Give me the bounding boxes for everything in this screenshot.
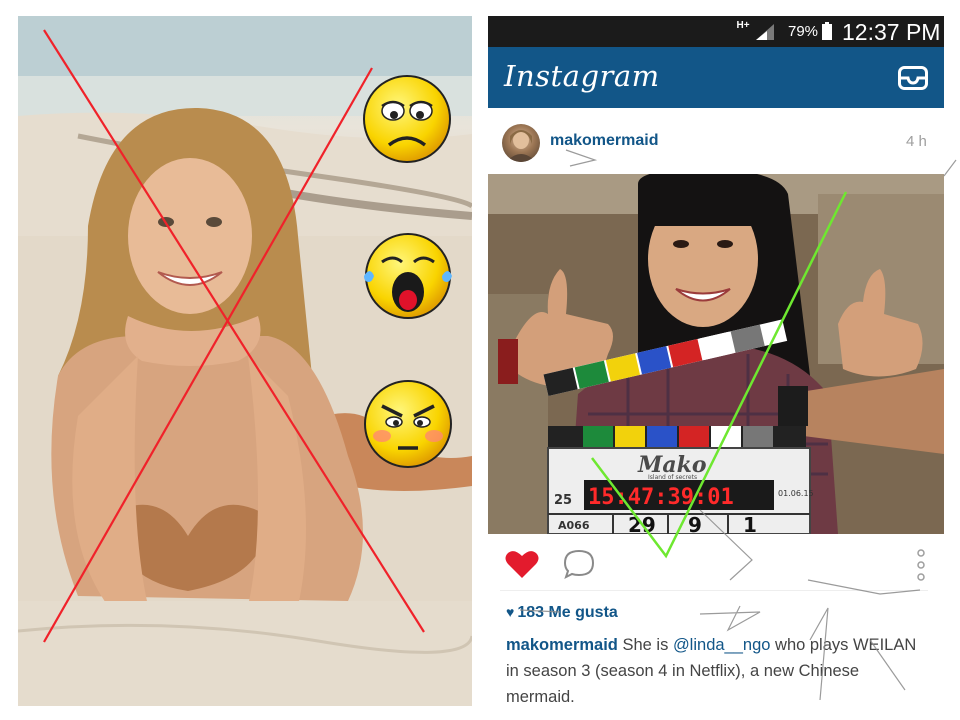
clapper-take: 9: [688, 513, 702, 534]
divider: [500, 590, 928, 591]
left-photo: [18, 16, 472, 706]
likes-text: 183 Me gusta: [517, 604, 618, 621]
clock: 12:37 PM: [842, 19, 941, 45]
comment-bubble-icon[interactable]: [563, 549, 595, 579]
clapper-scene: 25: [554, 493, 572, 508]
post-username[interactable]: makomermaid: [550, 132, 659, 150]
clapper-slate: 29: [628, 513, 656, 534]
clapper-timecode: 15:47:39:01: [588, 485, 734, 510]
post-photo-illustration: Mako Island of secrets 15:47:39:01 01.06…: [488, 174, 944, 534]
caption-text-before: She is: [622, 636, 669, 654]
post-header: makomermaid 4 h: [488, 108, 944, 174]
network-type: H+: [736, 20, 750, 31]
inbox-tray-icon[interactable]: [898, 66, 928, 90]
post-image[interactable]: Mako Island of secrets 15:47:39:01 01.06…: [488, 174, 944, 534]
post-caption: makomermaid She is @linda__ngo who plays…: [506, 632, 926, 710]
clapper-date: 01.06.15: [778, 489, 814, 498]
caption-username[interactable]: makomermaid: [506, 636, 618, 654]
post-actions: [488, 534, 944, 594]
clapper-subtitle: Island of secrets: [648, 474, 697, 481]
avatar[interactable]: [502, 124, 540, 162]
app-bar: Instagram: [488, 47, 944, 108]
likes-count[interactable]: ♥ 183 Me gusta: [506, 604, 618, 622]
caption-mention[interactable]: @linda__ngo: [673, 636, 771, 654]
instagram-phone-screen: H+ 79% 12:37 PM Instagram makomermaid 4 …: [488, 16, 944, 710]
signal-icon: [756, 24, 774, 40]
clapper-roll: A066: [558, 519, 590, 532]
small-heart-icon: ♥: [506, 604, 515, 620]
battery-icon: [822, 22, 832, 40]
instagram-logo[interactable]: Instagram: [504, 59, 660, 93]
status-bar: H+ 79% 12:37 PM: [488, 16, 944, 47]
post-timestamp: 4 h: [906, 133, 927, 150]
more-options-icon[interactable]: [916, 548, 926, 582]
battery-percent: 79%: [788, 23, 819, 40]
like-heart-icon[interactable]: [505, 549, 539, 579]
clapper-shot: 1: [743, 513, 757, 534]
